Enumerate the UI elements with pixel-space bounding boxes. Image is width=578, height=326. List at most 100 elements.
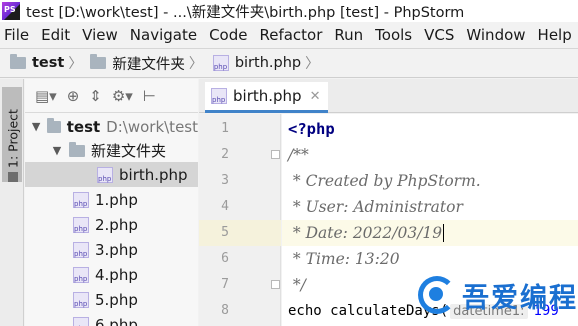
project-toolbar: ▤▾ ⊕ ⇕ ⚙▾ ⊢ bbox=[25, 79, 198, 113]
editor-gutter: 1 2 3 4 5 6 7 8 bbox=[199, 114, 281, 326]
fold-marker-icon[interactable] bbox=[271, 280, 280, 289]
doc-comment: * Created by PhpStorm. bbox=[288, 172, 481, 190]
menu-navigate[interactable]: Navigate bbox=[124, 26, 203, 44]
breadcrumb-project[interactable]: test 〉 bbox=[0, 53, 88, 73]
php-file-icon bbox=[211, 88, 227, 104]
editor-tab-bar: birth.php ✕ bbox=[199, 79, 578, 113]
text-caret bbox=[443, 224, 445, 242]
close-icon[interactable]: ✕ bbox=[310, 89, 321, 104]
title-bar: test [D:\work\test] - ...\新建文件夹\birth.ph… bbox=[0, 0, 578, 22]
window-title: test [D:\work\test] - ...\新建文件夹\birth.ph… bbox=[26, 4, 465, 21]
phpstorm-logo-icon bbox=[2, 2, 20, 20]
tab-label: birth.php bbox=[233, 87, 302, 105]
tree-item-selected-file[interactable]: birth.php bbox=[25, 162, 198, 187]
folder-icon bbox=[90, 54, 107, 69]
php-file-icon bbox=[212, 55, 229, 71]
tree-item-root[interactable]: ▼ test D:\work\test bbox=[25, 114, 198, 139]
collapse-all-icon[interactable]: ⇕ bbox=[89, 87, 102, 105]
doc-comment: * User: Administrator bbox=[288, 198, 463, 216]
php-file-icon bbox=[97, 166, 113, 183]
tree-file-label: 3.php bbox=[95, 240, 138, 259]
php-file-icon bbox=[73, 266, 89, 283]
project-tool-button[interactable]: 1: Project bbox=[2, 87, 22, 182]
tree-file-label: 1.php bbox=[95, 190, 138, 209]
breadcrumb-project-label: test bbox=[32, 55, 65, 71]
menu-file[interactable]: File bbox=[0, 26, 35, 44]
chevron-right-icon: 〉 bbox=[68, 56, 83, 72]
breadcrumb-file-label: birth.php bbox=[234, 55, 302, 71]
tree-file-label: 5.php bbox=[95, 290, 138, 309]
tree-item-file[interactable]: 1.php bbox=[25, 187, 198, 212]
php-file-icon bbox=[73, 316, 89, 326]
tree-item-file[interactable]: 6.php bbox=[25, 312, 198, 326]
fold-marker-icon[interactable] bbox=[271, 150, 280, 159]
code-line: * Time: 13:20 bbox=[288, 246, 400, 272]
watermark-text: 吾爱编程 bbox=[462, 282, 578, 314]
breadcrumb-file[interactable]: birth.php 〉 bbox=[209, 53, 325, 73]
folder-icon bbox=[69, 141, 85, 157]
code-line: <?php bbox=[288, 116, 335, 142]
expand-arrow-icon[interactable]: ▼ bbox=[51, 144, 63, 157]
settings-gear-icon[interactable]: ⚙▾ bbox=[112, 87, 133, 105]
tree-root-name: test bbox=[66, 117, 101, 136]
tree-file-label: 2.php bbox=[95, 215, 138, 234]
code-line: * Created by PhpStorm. bbox=[288, 168, 481, 194]
line-number: 8 bbox=[221, 303, 229, 318]
code-line: * User: Administrator bbox=[288, 194, 463, 220]
doc-comment: * Date: 2022/03/19 bbox=[288, 224, 443, 242]
code-line: */ bbox=[288, 272, 306, 298]
watermark-logo-icon bbox=[418, 276, 456, 314]
php-open-tag: <?php bbox=[288, 120, 335, 138]
menu-help[interactable]: Help bbox=[532, 26, 578, 44]
line-number: 7 bbox=[221, 277, 229, 292]
chevron-right-icon: 〉 bbox=[188, 56, 203, 72]
php-file-icon bbox=[73, 241, 89, 258]
watermark: 吾爱编程 bbox=[418, 270, 578, 320]
tree-root-path: D:\work\test bbox=[106, 117, 198, 136]
tree-file-label: 6.php bbox=[95, 315, 138, 326]
php-file-icon bbox=[73, 216, 89, 233]
tree-item-folder[interactable]: ▼ 新建文件夹 bbox=[25, 138, 198, 163]
doc-comment: /** bbox=[288, 146, 309, 164]
tree-item-file[interactable]: 2.php bbox=[25, 212, 198, 237]
line-number: 3 bbox=[221, 173, 229, 188]
menu-vcs[interactable]: VCS bbox=[418, 26, 460, 44]
line-number: 5 bbox=[221, 225, 229, 240]
line-number: 2 bbox=[221, 147, 229, 162]
php-file-icon bbox=[73, 291, 89, 308]
menu-tools[interactable]: Tools bbox=[369, 26, 418, 44]
project-view-selector-icon[interactable]: ▤▾ bbox=[35, 87, 57, 105]
tree-selected-file-label: birth.php bbox=[119, 165, 188, 184]
code-line: * Date: 2022/03/19 bbox=[288, 220, 445, 246]
folder-icon bbox=[10, 54, 26, 69]
expand-arrow-icon[interactable]: ▼ bbox=[31, 120, 41, 133]
project-tool-label: 1: Project bbox=[5, 109, 21, 168]
menu-run[interactable]: Run bbox=[328, 26, 369, 44]
menu-bar: File Edit View Navigate Code Refactor Ru… bbox=[0, 22, 578, 48]
breadcrumb: test 〉 新建文件夹 〉 birth.php 〉 bbox=[0, 48, 578, 78]
tree-item-file[interactable]: 3.php bbox=[25, 237, 198, 262]
tree-item-file[interactable]: 4.php bbox=[25, 262, 198, 287]
breadcrumb-folder[interactable]: 新建文件夹 〉 bbox=[88, 53, 209, 74]
project-tool-icon bbox=[8, 172, 18, 182]
tree-folder-label: 新建文件夹 bbox=[91, 142, 167, 160]
tool-window-stripe: 1: Project bbox=[0, 79, 24, 326]
doc-comment: * Time: 13:20 bbox=[288, 250, 400, 268]
line-number: 1 bbox=[221, 121, 229, 136]
code-line: /** bbox=[288, 142, 309, 168]
menu-refactor[interactable]: Refactor bbox=[253, 26, 328, 44]
locate-file-icon[interactable]: ⊕ bbox=[67, 87, 80, 105]
menu-window[interactable]: Window bbox=[460, 26, 531, 44]
folder-icon bbox=[47, 117, 61, 133]
chevron-right-icon: 〉 bbox=[305, 56, 320, 72]
php-file-icon bbox=[73, 191, 89, 208]
menu-edit[interactable]: Edit bbox=[35, 26, 76, 44]
tree-item-file[interactable]: 5.php bbox=[25, 287, 198, 312]
tab-birth-php[interactable]: birth.php ✕ bbox=[205, 82, 329, 113]
doc-comment: */ bbox=[288, 276, 306, 294]
menu-view[interactable]: View bbox=[76, 26, 124, 44]
tree-file-label: 4.php bbox=[95, 265, 138, 284]
project-panel: ▤▾ ⊕ ⇕ ⚙▾ ⊢ ▼ test D:\work\test ▼ 新建文件夹 … bbox=[25, 79, 198, 326]
hide-panel-icon[interactable]: ⊢ bbox=[143, 87, 156, 105]
menu-code[interactable]: Code bbox=[203, 26, 253, 44]
